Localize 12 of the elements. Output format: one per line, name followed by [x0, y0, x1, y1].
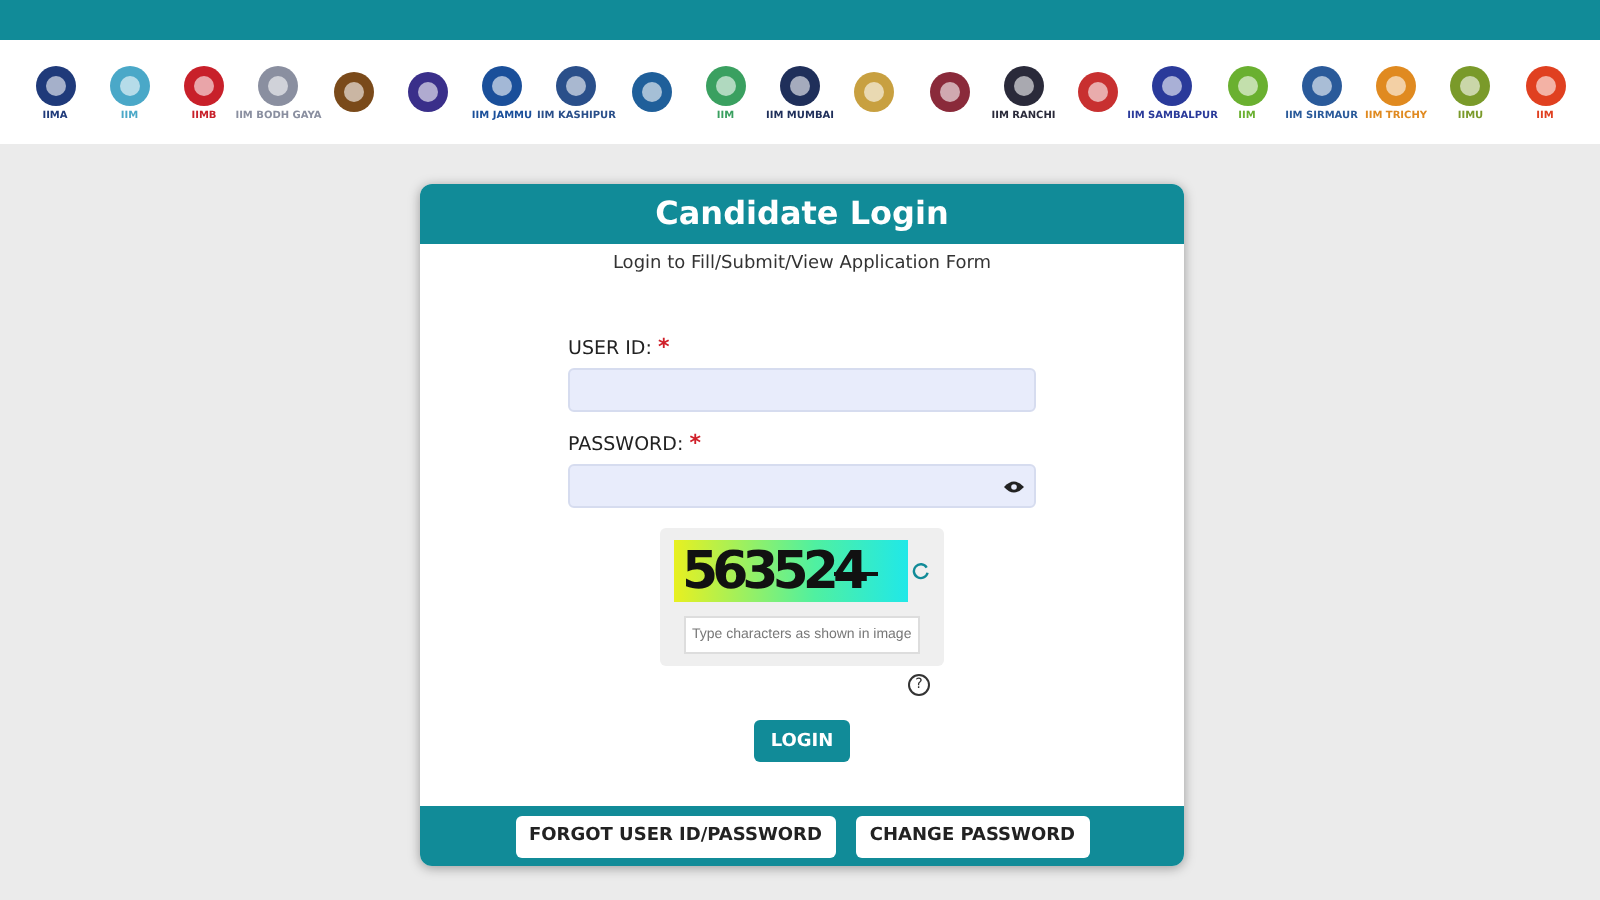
field-label: PASSWORD: * [568, 430, 703, 456]
forgot-credentials-button[interactable]: FORGOT USER ID/PASSWORD [515, 815, 836, 857]
refresh-icon[interactable] [912, 562, 930, 580]
change-password-button[interactable]: CHANGE PASSWORD [855, 815, 1089, 857]
card-title: Candidate Login [420, 184, 1184, 244]
login-button[interactable]: LOGIN [754, 720, 850, 762]
subtitle-text: Login to Fill/Submit/View Application Form [610, 254, 994, 274]
eye-icon[interactable] [1004, 479, 1024, 493]
password-field[interactable] [568, 464, 1036, 508]
captcha-image: 563524 [674, 540, 909, 602]
user-id-field[interactable] [568, 368, 1036, 412]
field-label: USER ID: * [568, 334, 672, 360]
